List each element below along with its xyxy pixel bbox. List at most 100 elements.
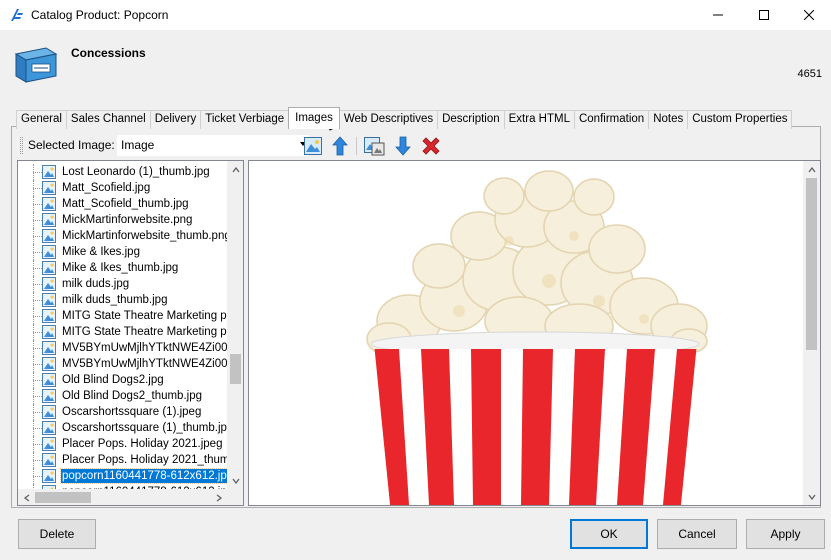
image-file-icon [42, 389, 56, 403]
upload-icon [332, 136, 348, 156]
tree-connector [33, 428, 42, 429]
image-file-icon [42, 405, 56, 419]
tab-confirmation[interactable]: Confirmation [573, 110, 650, 129]
tree-connector [33, 204, 42, 205]
image-file-label: Old Blind Dogs2.jpg [62, 374, 164, 386]
image-file-item[interactable]: MickMartinforwebsite_thumb.png [18, 228, 231, 244]
image-file-item[interactable]: Old Blind Dogs2.jpg [18, 372, 227, 388]
preview-scroll-up-arrow[interactable] [803, 161, 820, 178]
add-image-button[interactable] [301, 135, 325, 157]
maximize-button[interactable] [741, 0, 787, 30]
image-file-label: Mike & Ikes_thumb.jpg [62, 262, 179, 274]
tab-ticket-verbiage[interactable]: Ticket Verbiage [200, 110, 290, 129]
toolbar-grip[interactable] [20, 137, 23, 154]
scrollbar-corner [227, 489, 243, 505]
tab-web-descriptives[interactable]: Web Descriptives [338, 110, 439, 129]
image-file-icon [42, 165, 56, 179]
title-bar: Catalog Product: Popcorn [0, 0, 831, 30]
image-file-item[interactable]: MickMartinforwebsite.png [18, 212, 227, 228]
chevron-down-icon [807, 494, 816, 500]
chevron-down-icon [231, 478, 240, 484]
image-list-vertical-scrollbar[interactable] [227, 161, 243, 489]
scroll-down-arrow[interactable] [227, 472, 243, 489]
chevron-right-icon [216, 493, 222, 502]
close-button[interactable] [786, 0, 831, 30]
image-file-item[interactable]: Oscarshortssquare (1).jpeg [18, 404, 227, 420]
preview-scroll-thumb[interactable] [806, 178, 817, 350]
move-up-button[interactable] [328, 135, 352, 157]
minimize-button[interactable] [695, 0, 741, 30]
image-file-item[interactable]: Matt_Scofield_thumb.jpg [18, 196, 227, 212]
image-file-item[interactable]: Matt_Scofield.jpg [18, 180, 227, 196]
scroll-right-arrow[interactable] [210, 489, 227, 505]
image-file-label: MickMartinforwebsite_thumb.png [62, 230, 231, 242]
preview-vertical-scrollbar[interactable] [803, 161, 820, 505]
image-file-label: Old Blind Dogs2_thumb.jpg [62, 390, 202, 402]
move-down-button[interactable] [391, 135, 415, 157]
tree-connector [33, 188, 42, 189]
tab-extra-html[interactable]: Extra HTML [503, 110, 575, 129]
popcorn-image [366, 170, 708, 505]
tree-connector [33, 252, 42, 253]
tab-delivery[interactable]: Delivery [149, 110, 202, 129]
window-title: Catalog Product: Popcorn [31, 8, 169, 22]
tab-general[interactable]: General [16, 110, 67, 129]
image-file-icon [42, 293, 56, 307]
tab-notes[interactable]: Notes [648, 110, 689, 129]
image-file-icon [42, 213, 56, 227]
image-file-icon [42, 229, 56, 243]
product-box-icon [14, 47, 58, 83]
image-file-list[interactable]: Lost Leonardo (1)_thumb.jpg Matt_Scofield… [17, 160, 244, 506]
toolbar-separator [356, 137, 357, 155]
image-file-icon [42, 469, 56, 483]
tab-images[interactable]: Images [288, 107, 340, 129]
image-file-item[interactable]: Placer Pops. Holiday 2021.jpeg [18, 436, 227, 452]
tree-connector [33, 380, 42, 381]
scroll-up-arrow[interactable] [227, 161, 243, 178]
image-file-label: Placer Pops. Holiday 2021_thumb. [62, 454, 240, 466]
image-file-item[interactable]: popcorn1160441778-612x612.jpg [18, 468, 236, 484]
tree-connector [33, 460, 42, 461]
image-list-hscroll-thumb[interactable] [35, 492, 91, 503]
image-file-icon [42, 453, 56, 467]
tab-sales-channel[interactable]: Sales Channel [65, 110, 151, 129]
image-file-item[interactable]: MITG State Theatre Marketing pag [18, 324, 239, 340]
image-file-item[interactable]: Lost Leonardo (1)_thumb.jpg [18, 164, 227, 180]
image-file-icon [42, 277, 56, 291]
scroll-left-arrow[interactable] [18, 489, 35, 505]
tab-custom-properties[interactable]: Custom Properties [687, 110, 793, 129]
image-file-item[interactable]: Mike & Ikes.jpg [18, 244, 227, 260]
apply-button[interactable]: Apply [746, 519, 825, 549]
preview-scroll-down-arrow[interactable] [803, 488, 820, 505]
delete-image-button[interactable] [419, 135, 443, 157]
image-file-item[interactable]: MV5BYmUwMjlhYTktNWE4Zi00M [18, 356, 237, 372]
product-header: Concessions 4651 [0, 30, 831, 100]
image-file-label: Matt_Scofield.jpg [62, 182, 151, 194]
image-file-label: MV5BYmUwMjlhYTktNWE4Zi00M [62, 342, 238, 354]
ok-button[interactable]: OK [570, 519, 648, 549]
tree-connector [33, 300, 42, 301]
image-file-item[interactable]: Placer Pops. Holiday 2021_thumb. [18, 452, 239, 468]
tab-description[interactable]: Description [437, 110, 505, 129]
delete-button[interactable]: Delete [18, 519, 96, 549]
chevron-left-icon [23, 493, 29, 502]
selected-image-dropdown[interactable]: Image [117, 135, 309, 156]
image-file-icon [42, 197, 56, 211]
tree-connector [33, 444, 42, 445]
cancel-button[interactable]: Cancel [657, 519, 737, 549]
image-file-item[interactable]: milk duds.jpg [18, 276, 227, 292]
close-icon [804, 10, 814, 20]
replace-image-button[interactable] [362, 135, 386, 157]
image-file-item[interactable]: Old Blind Dogs2_thumb.jpg [18, 388, 227, 404]
image-list-scroll-thumb[interactable] [230, 354, 241, 384]
image-file-item[interactable]: Mike & Ikes_thumb.jpg [18, 260, 227, 276]
image-list-horizontal-scrollbar[interactable] [18, 489, 227, 505]
image-file-item[interactable]: Oscarshortssquare (1)_thumb.jpeg [18, 420, 240, 436]
image-file-item[interactable]: MITG State Theatre Marketing pag [18, 308, 239, 324]
image-file-item[interactable]: MV5BYmUwMjlhYTktNWE4Zi00M [18, 340, 237, 356]
tree-connector [33, 268, 42, 269]
image-file-item[interactable]: milk duds_thumb.jpg [18, 292, 227, 308]
image-file-icon [42, 181, 56, 195]
add-image-icon [304, 137, 322, 155]
selected-image-value: Image [121, 138, 155, 152]
